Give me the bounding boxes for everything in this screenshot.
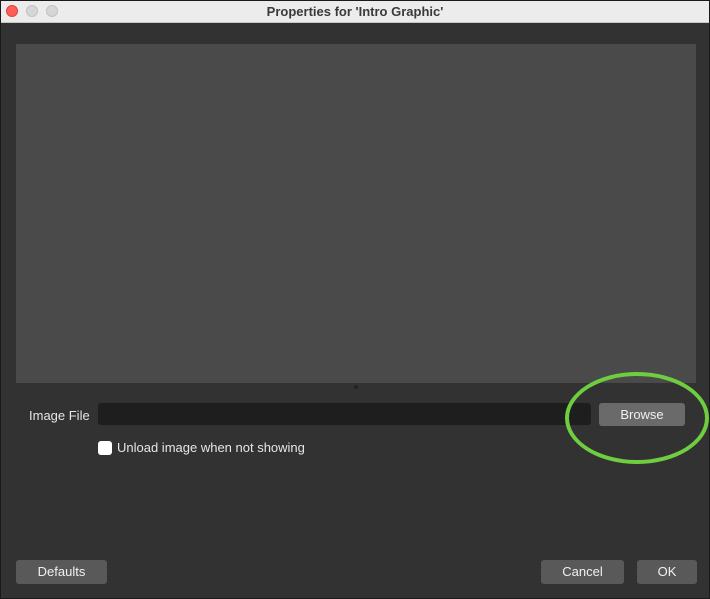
dialog-content: Image File Browse Unload image when not … (1, 23, 709, 598)
splitter-handle[interactable] (354, 385, 358, 389)
image-file-label: Image File (29, 408, 90, 423)
highlight-circle-annotation (565, 372, 709, 464)
cancel-button[interactable]: Cancel (541, 560, 624, 584)
defaults-button[interactable]: Defaults (16, 560, 107, 584)
title-bar: Properties for 'Intro Graphic' (1, 1, 709, 23)
unload-image-checkbox[interactable] (98, 441, 112, 455)
properties-dialog: Properties for 'Intro Graphic' Image Fil… (0, 0, 710, 599)
window-title: Properties for 'Intro Graphic' (266, 4, 444, 19)
unload-image-label[interactable]: Unload image when not showing (117, 440, 305, 455)
ok-button[interactable]: OK (637, 560, 697, 584)
source-preview (16, 44, 696, 383)
image-file-input[interactable] (98, 403, 591, 425)
